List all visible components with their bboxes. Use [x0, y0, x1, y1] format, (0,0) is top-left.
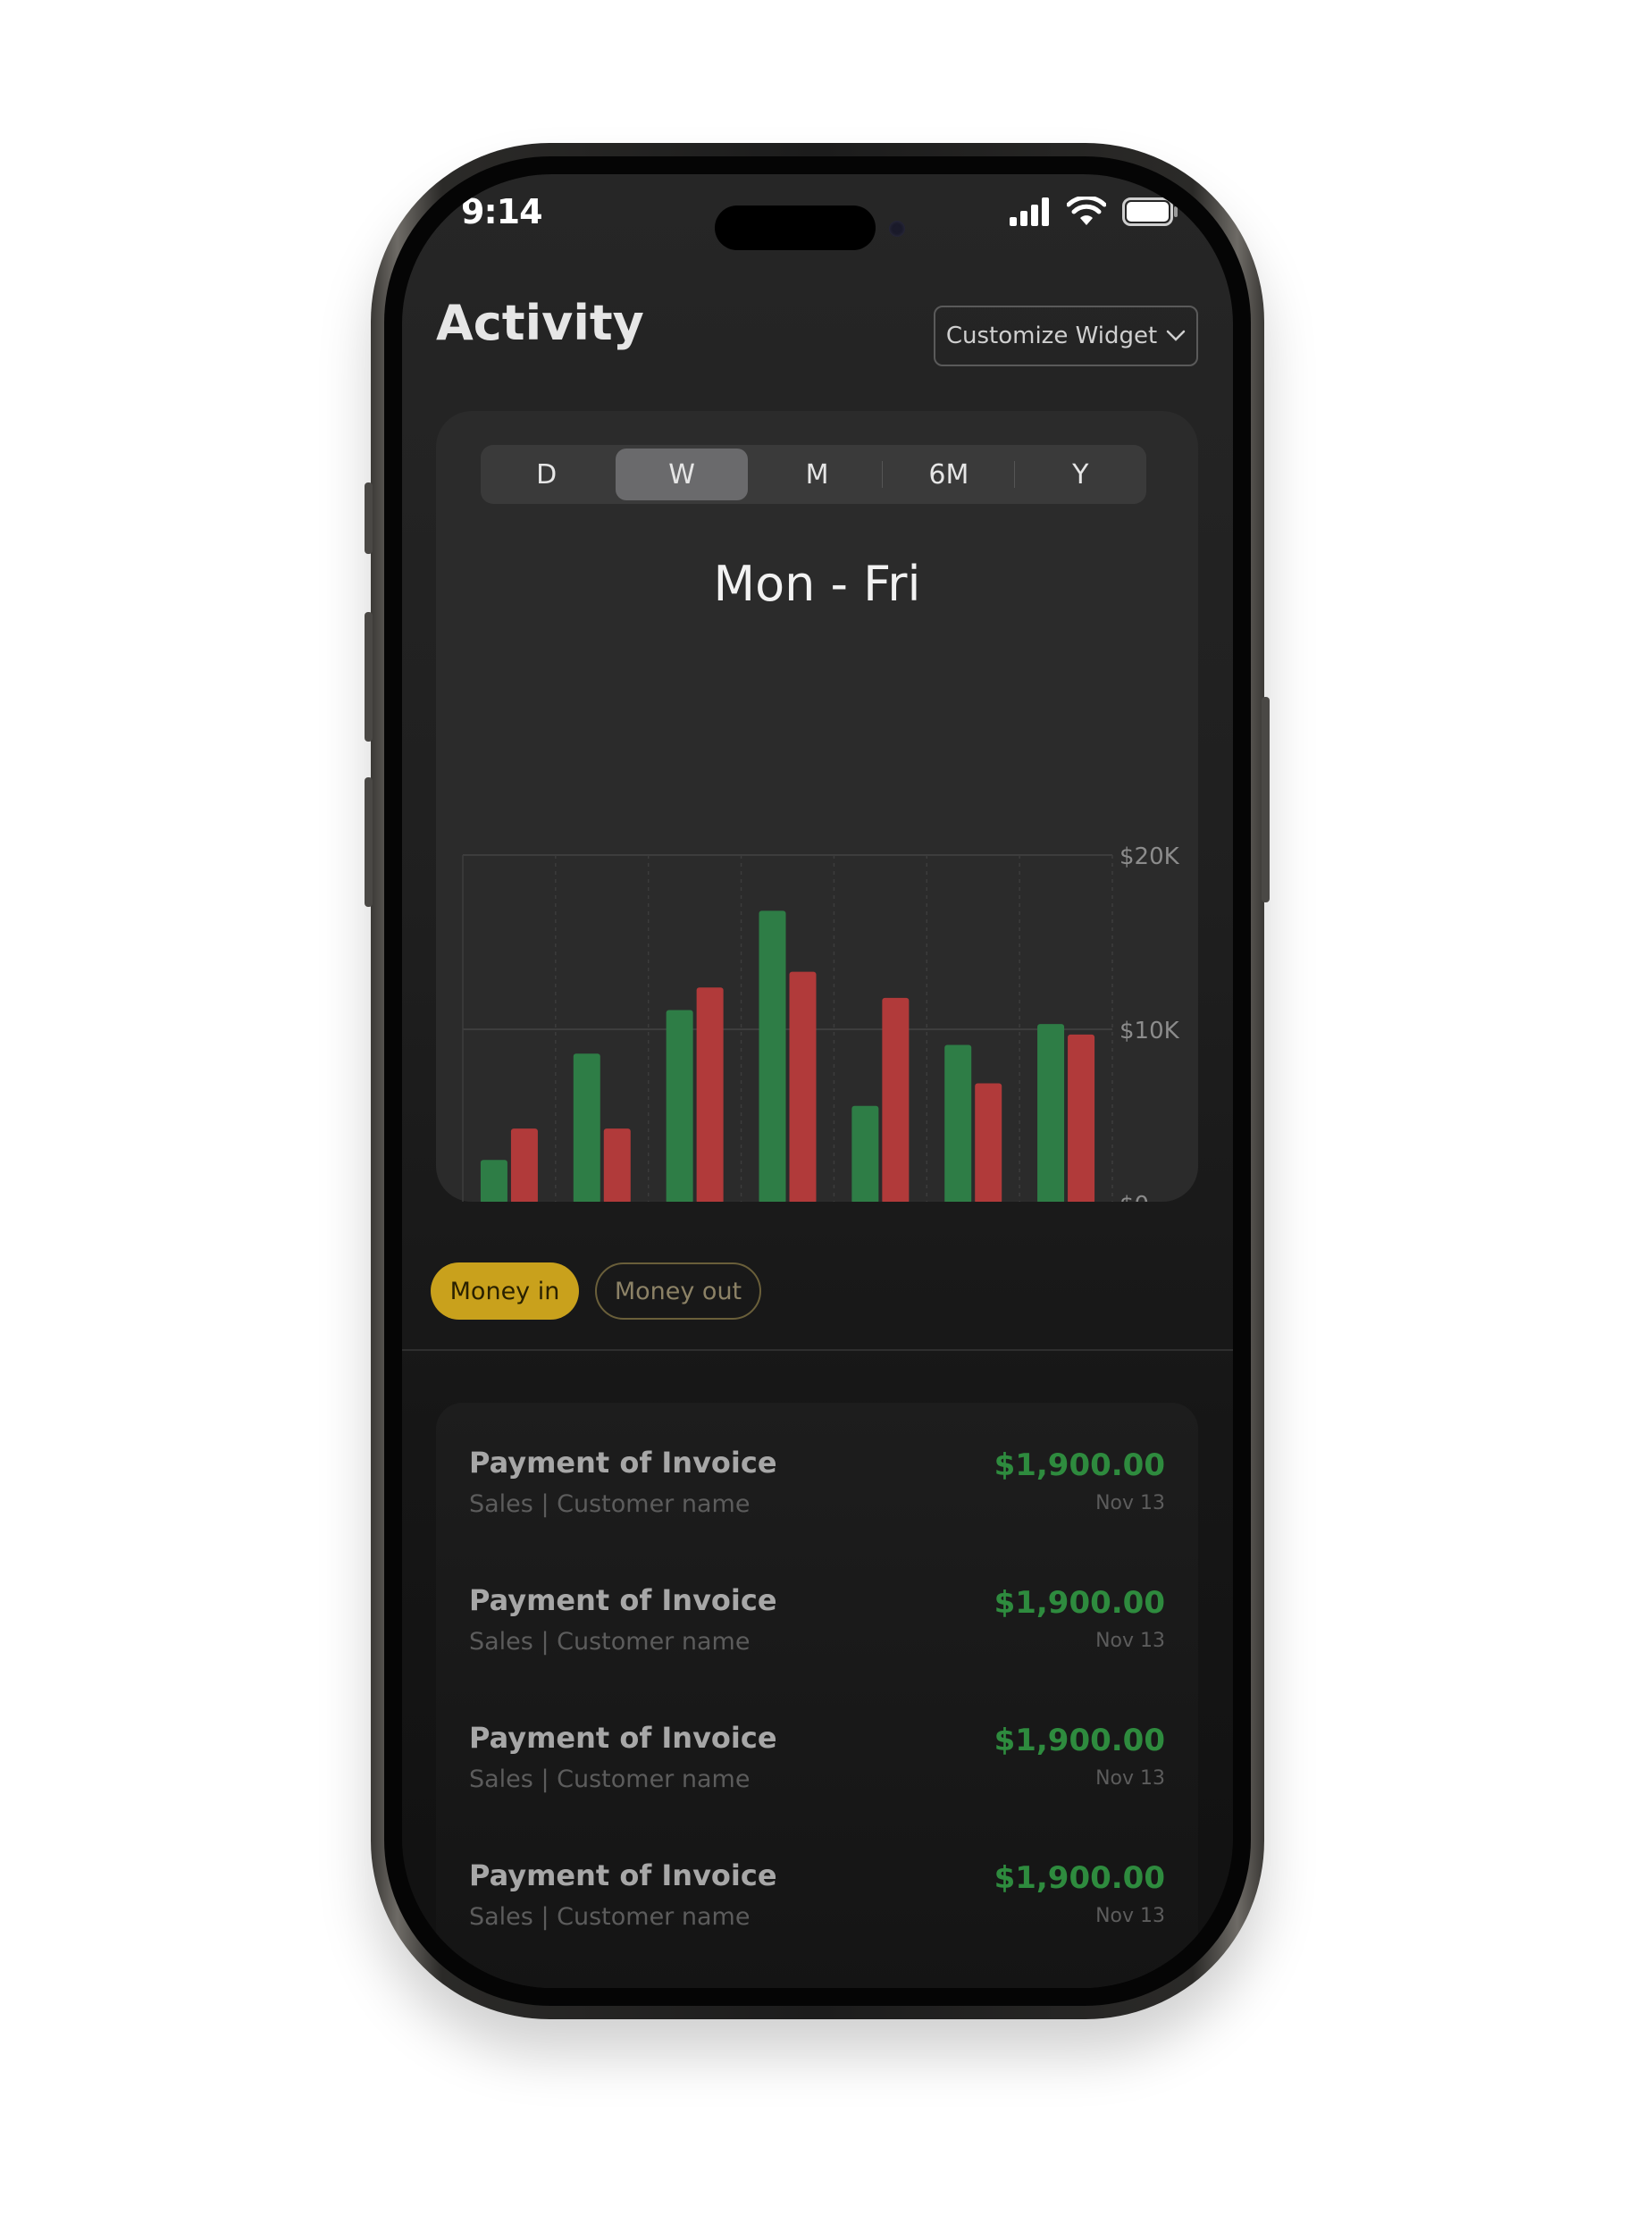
list-item[interactable]: Payment of Invoice Sales | Customer name…: [436, 1446, 1198, 1562]
bar-money-out: [1068, 1034, 1095, 1202]
section-divider: [402, 1349, 1233, 1351]
chevron-down-icon: [1166, 330, 1186, 341]
status-time: 9:14: [461, 192, 543, 231]
transaction-amount: $1,900.00: [994, 1447, 1165, 1483]
bar-money-out: [975, 1083, 1002, 1202]
transaction-title: Payment of Invoice: [469, 1721, 777, 1755]
battery-icon: [1122, 197, 1178, 226]
bar-money-out: [696, 987, 724, 1202]
power-button: [1262, 697, 1270, 902]
y-tick-label: $20K: [1120, 843, 1180, 870]
activity-chart-card: D W M 6M Y Mon - Fri $0$10K$20KThuFriSat…: [436, 411, 1198, 1202]
customize-widget-label: Customize Widget: [945, 323, 1158, 349]
dynamic-island: [715, 205, 876, 250]
bar-money-in: [851, 1105, 879, 1202]
list-item[interactable]: Payment of Invoice Sales | Customer name…: [436, 1721, 1198, 1837]
status-icons: [1010, 194, 1179, 230]
phone-screen: 9:14 Activity Customize Widget D W M 6M …: [402, 174, 1233, 1988]
bar-money-out: [603, 1128, 631, 1202]
bar-money-in: [666, 1010, 693, 1202]
list-item[interactable]: Payment of Invoice Sales | Customer name…: [436, 1583, 1198, 1699]
bar-money-in: [480, 1160, 507, 1202]
volume-down-button: [365, 777, 373, 907]
wifi-icon: [1067, 197, 1106, 225]
customize-widget-button[interactable]: Customize Widget: [934, 306, 1198, 366]
transaction-amount: $1,900.00: [994, 1860, 1165, 1896]
transaction-amount: $1,900.00: [994, 1585, 1165, 1621]
bar-money-out: [789, 971, 817, 1202]
action-button: [365, 482, 373, 554]
transaction-subtitle: Sales | Customer name: [469, 1766, 751, 1793]
transaction-title: Payment of Invoice: [469, 1446, 777, 1480]
bar-chart: $0$10K$20KThuFriSatSunMonTueWed: [462, 843, 1180, 1202]
transaction-subtitle: Sales | Customer name: [469, 1628, 751, 1656]
transaction-subtitle: Sales | Customer name: [469, 1903, 751, 1931]
transaction-title: Payment of Invoice: [469, 1858, 777, 1892]
bar-money-out: [510, 1128, 538, 1202]
transaction-amount: $1,900.00: [994, 1723, 1165, 1758]
y-tick-label: $10K: [1120, 1018, 1180, 1044]
money-out-chip[interactable]: Money out: [595, 1262, 761, 1320]
camera-icon: [889, 221, 905, 237]
transactions-list: Payment of Invoice Sales | Customer name…: [436, 1403, 1198, 1988]
bar-money-out: [882, 997, 910, 1202]
bar-money-in: [573, 1053, 600, 1202]
page-title: Activity: [436, 295, 644, 351]
list-item[interactable]: Payment of Invoice Sales | Customer name…: [436, 1858, 1198, 1975]
money-in-chip[interactable]: Money in: [431, 1262, 579, 1320]
transaction-date: Nov 13: [1095, 1492, 1165, 1514]
transaction-subtitle: Sales | Customer name: [469, 1490, 751, 1518]
y-tick-label: $0: [1120, 1192, 1149, 1202]
transaction-date: Nov 13: [1095, 1767, 1165, 1790]
transaction-date: Nov 13: [1095, 1630, 1165, 1652]
signal-icon: [1010, 197, 1049, 226]
volume-up-button: [365, 612, 373, 742]
bar-money-in: [759, 910, 786, 1202]
bar-money-in: [944, 1044, 972, 1202]
transaction-title: Payment of Invoice: [469, 1583, 777, 1617]
bar-money-in: [1037, 1024, 1065, 1202]
transaction-date: Nov 13: [1095, 1905, 1165, 1927]
